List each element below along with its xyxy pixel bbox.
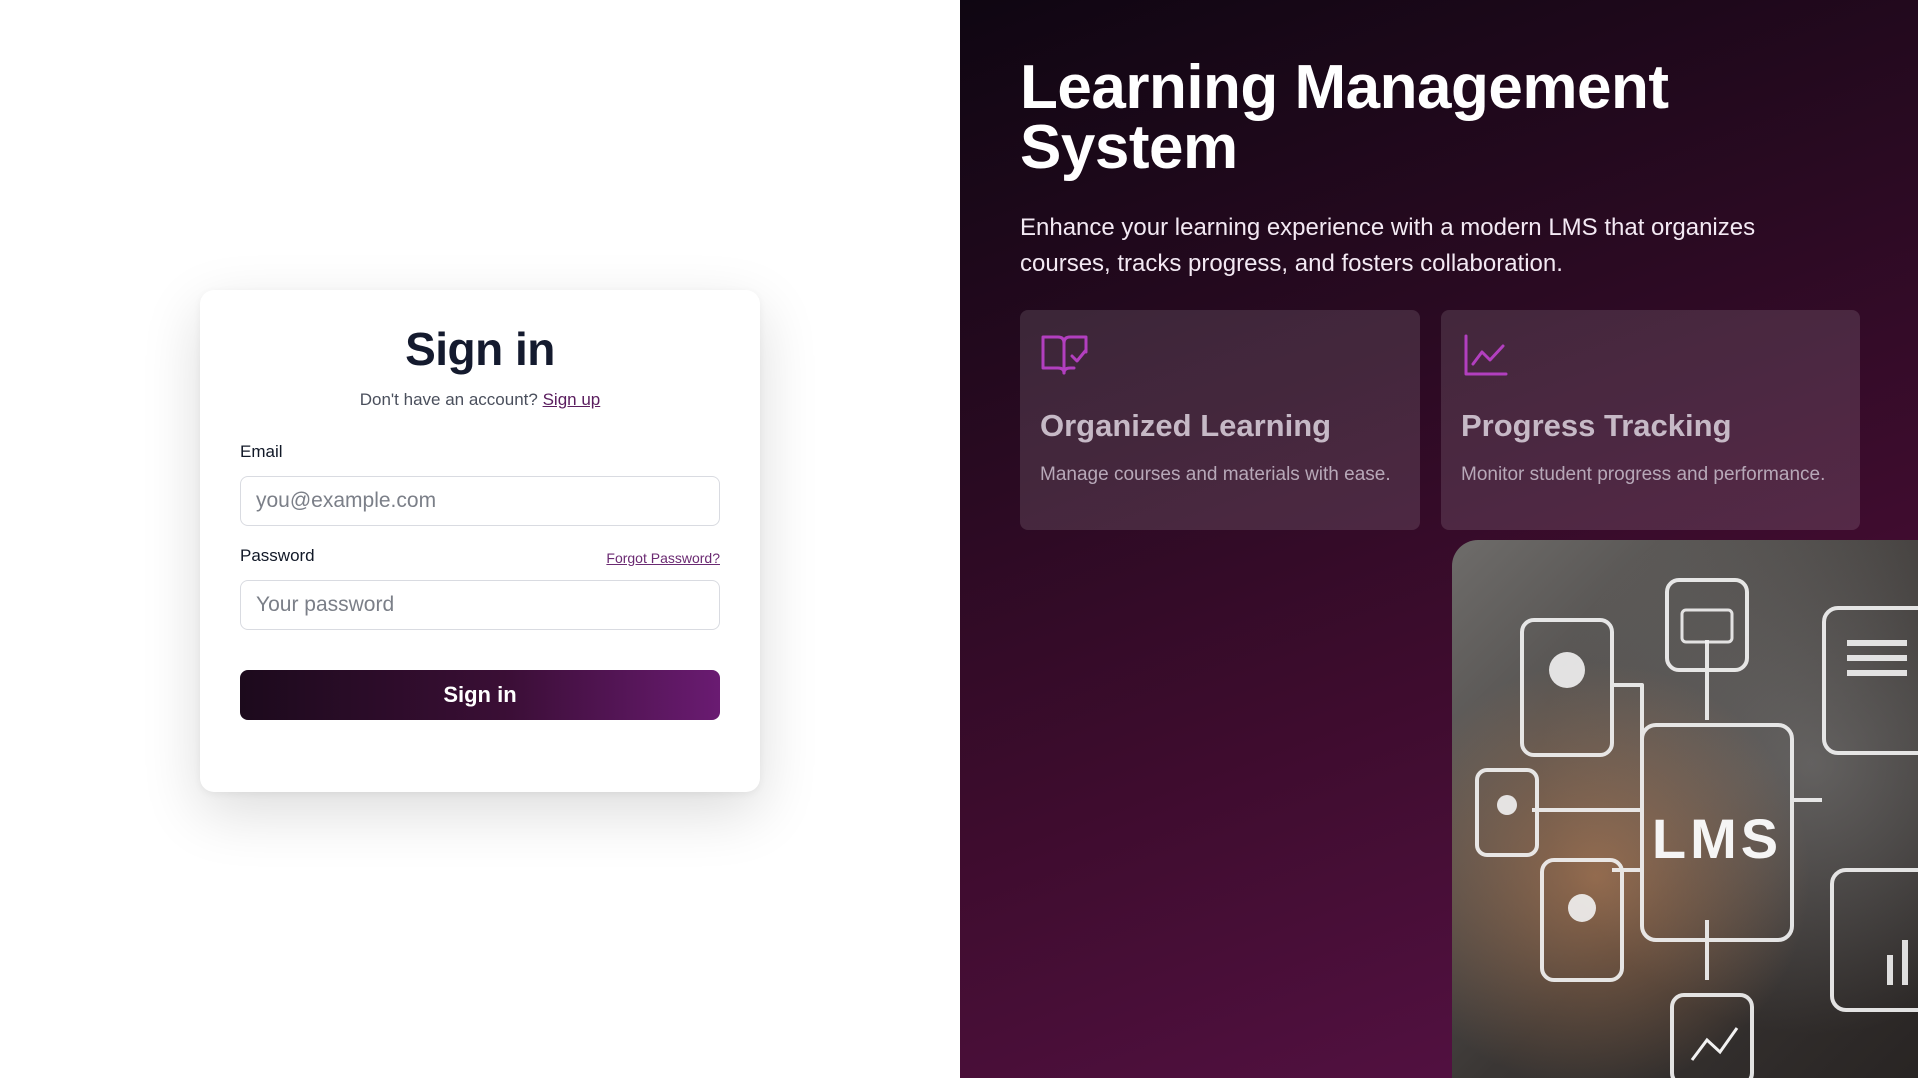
hero-description: Enhance your learning experience with a … (1020, 214, 1756, 277)
login-panel: Sign in Don't have an account? Sign up E… (0, 0, 960, 1078)
feature-description: Monitor student progress and performance… (1461, 464, 1826, 485)
login-page: Sign in Don't have an account? Sign up E… (0, 0, 1918, 1078)
lms-network-illustration: LMS (1475, 578, 1918, 1078)
lms-hero-image: LMS (1452, 540, 1918, 1078)
line-chart-icon (1464, 334, 1508, 376)
hero-panel: Learning Management System Enhance your … (960, 0, 1918, 1078)
password-label: Password (240, 546, 315, 565)
feature-title: Organized Learning (1040, 408, 1332, 443)
book-check-icon (1041, 335, 1088, 375)
feature-description: Manage courses and materials with ease. (1040, 464, 1391, 485)
signin-title: Sign in (405, 323, 555, 375)
signin-button[interactable]: Sign in (240, 670, 720, 720)
signup-prompt: Don't have an account? Sign up (240, 390, 720, 410)
email-label-row: Email (240, 442, 720, 462)
signup-link[interactable]: Sign up (543, 390, 601, 409)
forgot-password-link[interactable]: Forgot Password? (606, 550, 720, 566)
password-input[interactable] (240, 580, 720, 630)
hero-title: Learning Management System (1020, 53, 1669, 182)
feature-title: Progress Tracking (1461, 408, 1732, 443)
email-label: Email (240, 442, 283, 461)
email-input[interactable] (240, 476, 720, 526)
signin-card: Sign in Don't have an account? Sign up E… (200, 290, 760, 792)
lms-image-text: LMS (1652, 807, 1782, 870)
feature-card-organized-learning: Organized Learning Manage courses and ma… (1020, 310, 1420, 530)
feature-card-progress-tracking: Progress Tracking Monitor student progre… (1441, 310, 1860, 530)
password-label-row: Password Forgot Password? (240, 546, 720, 566)
no-account-text: Don't have an account? (359, 390, 538, 409)
